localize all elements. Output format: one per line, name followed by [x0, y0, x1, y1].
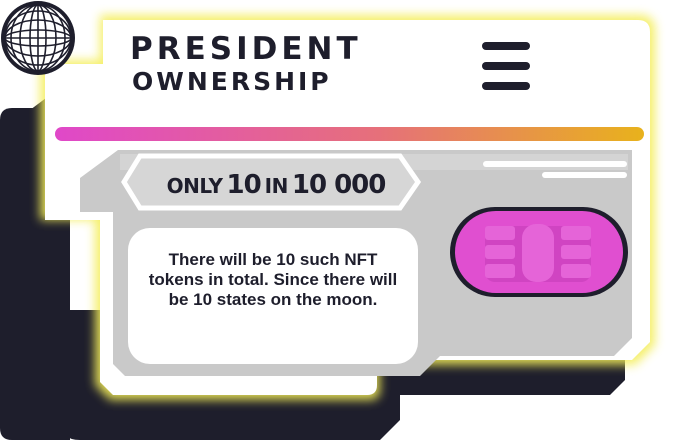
ribbon-word-only: ONLY: [166, 174, 223, 198]
title-line-2: OWNERSHIP: [132, 67, 332, 96]
stripe-1: [483, 161, 627, 167]
ribbon-count: 10: [226, 170, 261, 200]
globe-icon[interactable]: [0, 0, 76, 76]
ribbon-text: ONLY 10 IN 10 000: [148, 170, 408, 200]
hamburger-menu-icon[interactable]: [482, 42, 530, 90]
ribbon-total: 10 000: [291, 170, 387, 200]
title-line-1: PRESIDENT: [130, 31, 362, 67]
description-text: There will be 10 such NFT tokens in tota…: [148, 250, 398, 309]
sim-chip-icon: [450, 207, 628, 297]
stripe-2: [542, 172, 627, 178]
ribbon-word-in: IN: [264, 174, 289, 198]
gradient-divider: [55, 127, 644, 141]
president-ownership-card: PRESIDENT OWNERSHIP ONLY 10 IN 10 000 Th…: [0, 0, 677, 442]
